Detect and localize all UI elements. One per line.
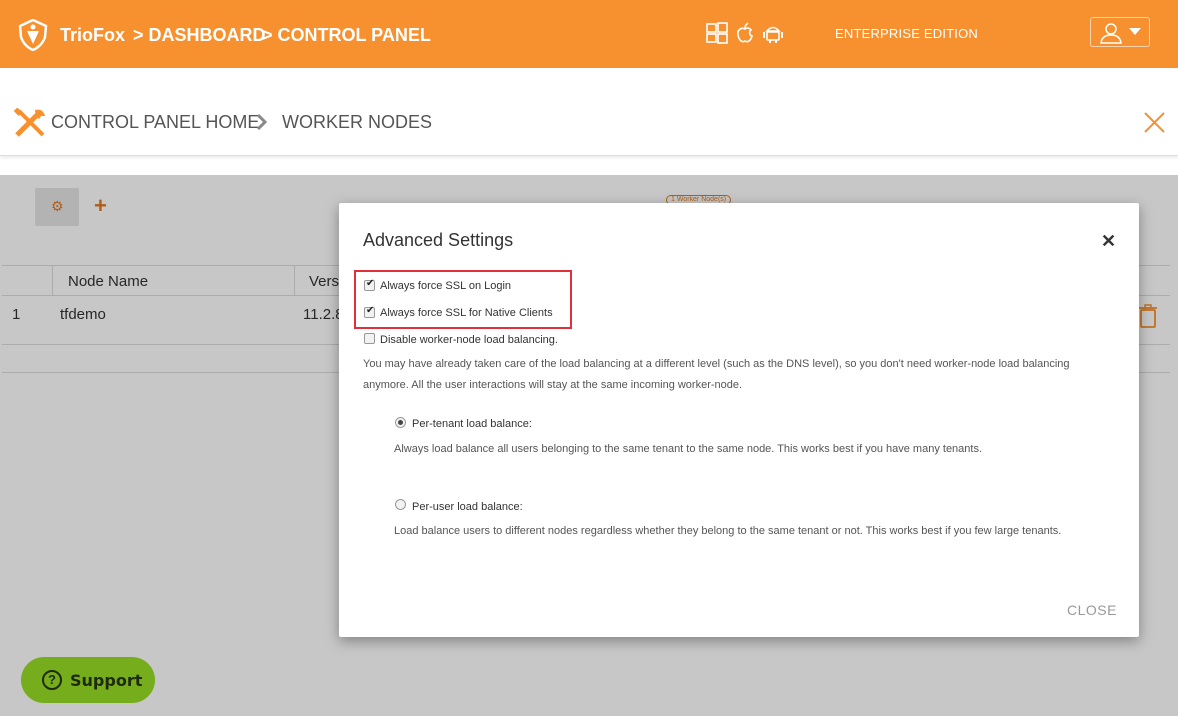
close-icon[interactable]: ✕ xyxy=(1101,231,1116,252)
force-ssl-native-checkbox[interactable] xyxy=(364,305,375,318)
per-tenant-radio[interactable] xyxy=(395,417,406,428)
os-client-icons xyxy=(706,22,784,44)
apple-icon[interactable] xyxy=(734,22,756,44)
control-panel-header: CONTROL PANEL HOME WORKER NODES xyxy=(0,68,1178,156)
question-icon: ? xyxy=(42,670,62,690)
close-icon[interactable] xyxy=(1144,112,1165,133)
triofox-logo-icon[interactable] xyxy=(18,19,48,51)
brand-name[interactable]: TrioFox xyxy=(60,25,125,46)
edition-label: ENTERPRISE EDITION xyxy=(835,26,979,41)
advanced-settings-dialog: Advanced Settings ✕ Always force SSL on … xyxy=(339,203,1139,637)
breadcrumb-worker-nodes: WORKER NODES xyxy=(282,112,433,132)
disable-load-balancing-label[interactable]: Disable worker-node load balancing. xyxy=(380,334,558,346)
per-tenant-label[interactable]: Per-tenant load balance: xyxy=(412,418,532,430)
user-icon xyxy=(1100,23,1122,44)
chevron-down-icon xyxy=(1129,28,1141,35)
force-ssl-login-checkbox[interactable] xyxy=(364,278,375,291)
force-ssl-native-label[interactable]: Always force SSL for Native Clients xyxy=(380,307,553,319)
per-user-label[interactable]: Per-user load balance: xyxy=(412,501,523,513)
disable-load-balancing-checkbox[interactable] xyxy=(364,333,375,344)
per-tenant-description: Always load balance all users belonging … xyxy=(394,443,983,455)
support-button[interactable]: ? Support xyxy=(21,657,155,703)
user-menu-button[interactable] xyxy=(1090,17,1150,47)
chevron-right-icon xyxy=(256,113,268,131)
per-user-description: Load balance users to different nodes re… xyxy=(394,525,1062,537)
breadcrumb-control-panel[interactable]: > CONTROL PANEL xyxy=(262,25,431,46)
dialog-title: Advanced Settings xyxy=(363,230,514,250)
disable-load-balancing-description: You may have already taken care of the l… xyxy=(363,358,1070,391)
android-icon[interactable] xyxy=(762,22,784,44)
breadcrumb-control-panel-home[interactable]: CONTROL PANEL HOME xyxy=(51,112,259,133)
top-bar: TrioFox > DASHBOARD > CONTROL PANEL ENTE… xyxy=(0,0,1178,68)
close-button[interactable]: CLOSE xyxy=(1067,602,1117,618)
tools-icon xyxy=(13,108,45,137)
per-user-radio[interactable] xyxy=(395,499,406,510)
support-label: Support xyxy=(70,671,143,690)
highlight-box xyxy=(354,270,572,329)
breadcrumb-dashboard[interactable]: > DASHBOARD xyxy=(133,25,266,46)
force-ssl-login-label[interactable]: Always force SSL on Login xyxy=(380,280,511,292)
windows-icon[interactable] xyxy=(706,22,728,44)
